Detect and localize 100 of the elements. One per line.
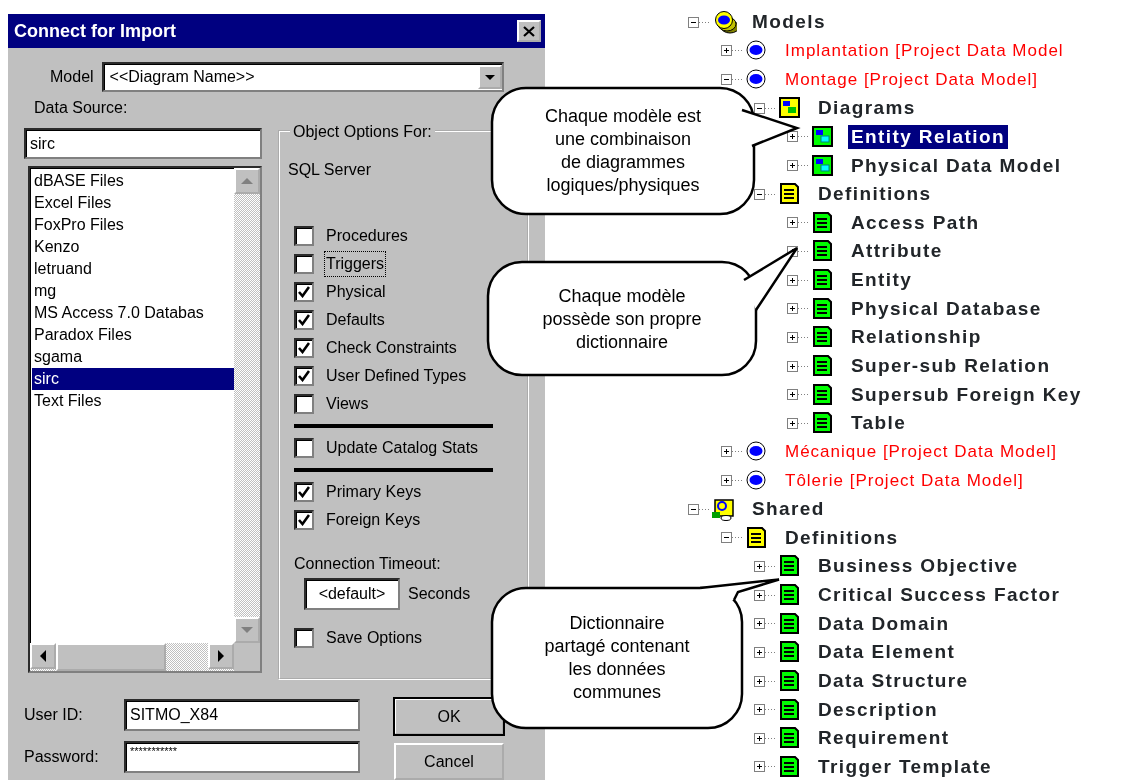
list-item[interactable]: sirc (32, 368, 234, 390)
tree-item[interactable]: Shared (749, 497, 828, 522)
tree-item[interactable]: Attribute (848, 239, 946, 264)
list-item[interactable]: Paradox Files (32, 324, 234, 346)
checkbox-label[interactable]: Foreign Keys (324, 507, 423, 533)
list-item[interactable]: Excel Files (32, 192, 234, 214)
expand-icon[interactable] (787, 329, 810, 345)
checkbox[interactable] (294, 366, 314, 386)
tree-item[interactable]: Data Structure (815, 669, 972, 694)
tree-item[interactable]: Entity (848, 268, 916, 293)
expand-icon[interactable] (787, 387, 810, 403)
check-icon (298, 342, 310, 354)
checkbox-label[interactable]: User Defined Types (324, 363, 469, 389)
expand-icon[interactable] (721, 444, 744, 460)
user-id-field[interactable]: SITMO_X84 (124, 699, 360, 731)
tree-item[interactable]: Supersub Foreign Key (848, 382, 1085, 407)
checkbox[interactable] (294, 438, 314, 458)
tree-item[interactable]: Definitions (815, 182, 935, 207)
tree-item[interactable]: Models (749, 10, 829, 35)
list-item[interactable]: sgama (32, 346, 234, 368)
expand-icon[interactable] (754, 702, 777, 718)
document-icon (813, 355, 832, 376)
checkbox-label[interactable]: Update Catalog Stats (324, 435, 481, 461)
tree-item[interactable]: Implantation [Project Data Model (782, 38, 1067, 63)
dialog-button[interactable]: OK (394, 698, 504, 735)
expand-icon[interactable] (754, 644, 777, 660)
diagram-icon (812, 125, 833, 147)
list-item[interactable]: Text Files (32, 390, 234, 412)
expand-icon[interactable] (787, 215, 810, 231)
tree-item[interactable]: Definitions (782, 525, 902, 550)
checkbox-label[interactable]: Primary Keys (324, 479, 424, 505)
checkbox[interactable] (294, 394, 314, 414)
expand-icon[interactable] (754, 559, 777, 574)
checkbox-label[interactable]: Physical (324, 279, 388, 305)
expand-icon[interactable] (787, 358, 810, 374)
tree-item[interactable]: Relationship (848, 325, 985, 350)
tree-item[interactable]: Tôlerie [Project Data Model] (782, 468, 1027, 493)
list-item[interactable]: Kenzo (32, 236, 234, 258)
tree-item[interactable]: Physical Database (848, 296, 1045, 321)
expand-icon[interactable] (754, 616, 777, 632)
checkbox-label[interactable]: Procedures (324, 223, 410, 249)
check-icon (298, 314, 310, 326)
document-icon (780, 183, 799, 205)
checkbox[interactable] (294, 338, 314, 358)
horizontal-scrollbar[interactable] (30, 643, 234, 671)
tree-item[interactable]: Data Domain (815, 611, 953, 636)
expand-icon[interactable] (754, 759, 777, 775)
expand-icon[interactable] (721, 43, 744, 59)
tree-item[interactable]: Table (848, 411, 910, 436)
expand-icon[interactable] (787, 129, 810, 145)
right-arrow-icon[interactable] (217, 649, 225, 663)
document-icon (780, 584, 799, 606)
tree-item[interactable]: Requirement (815, 726, 953, 751)
list-item[interactable]: dBASE Files (32, 170, 234, 192)
expand-icon[interactable] (754, 673, 777, 689)
checkbox-label[interactable]: Check Constraints (324, 335, 459, 361)
tree-item[interactable]: Data Element (815, 640, 959, 665)
expand-icon[interactable] (787, 158, 810, 173)
left-arrow-icon[interactable] (39, 649, 47, 663)
checkbox[interactable] (294, 226, 314, 246)
expand-icon[interactable] (754, 730, 777, 746)
tree-item[interactable]: Critical Success Factor (815, 583, 1064, 608)
tree-item[interactable]: Description (815, 697, 941, 722)
expand-icon[interactable] (787, 415, 810, 431)
model-dropdown[interactable]: <<Diagram Name>> (101, 62, 504, 92)
checkbox[interactable] (294, 310, 314, 330)
checkbox-label[interactable]: Views (324, 391, 371, 417)
tree-item[interactable]: Montage [Project Data Model] (782, 67, 1041, 92)
tree-item[interactable]: Trigger Template (815, 754, 996, 779)
checkbox[interactable] (294, 254, 314, 274)
password-field[interactable]: *********** (124, 741, 360, 773)
close-button[interactable] (517, 20, 541, 42)
data-source-list[interactable]: dBASE Files Excel Files FoxPro Files Kenzo letruand mg MS Access 7.0 Databas Paradox Files sgama sirc Text Files (28, 166, 262, 673)
checkbox-label[interactable]: Defaults (324, 307, 387, 333)
data-source-field[interactable]: sirc (24, 128, 262, 159)
list-item[interactable]: FoxPro Files (32, 214, 234, 236)
tree-item[interactable]: Access Path (848, 210, 983, 235)
tree-item[interactable]: Super-sub Relation (848, 354, 1054, 378)
checkbox[interactable] (294, 628, 314, 648)
expand-icon[interactable] (721, 473, 744, 489)
list-item[interactable]: letruand (32, 258, 234, 280)
tree-item[interactable]: Diagrams (815, 96, 919, 121)
expand-icon[interactable] (754, 587, 777, 603)
checkbox[interactable] (294, 282, 314, 302)
collapse-icon[interactable] (754, 100, 777, 116)
checkbox-label[interactable]: Save Options (324, 625, 425, 651)
tree-item[interactable]: Physical Data Model (848, 153, 1065, 178)
tree-item[interactable]: Entity Relation (848, 124, 1008, 149)
checkbox[interactable] (294, 482, 314, 502)
dialog-button[interactable]: Cancel (394, 743, 504, 780)
expand-icon[interactable] (787, 301, 810, 317)
checkbox-label[interactable]: Triggers (324, 251, 387, 277)
timeout-field[interactable]: <default> (304, 578, 400, 610)
tree-item[interactable]: Mécanique [Project Data Model] (782, 439, 1060, 464)
expand-icon[interactable] (787, 272, 810, 288)
checkbox[interactable] (294, 510, 314, 530)
tree-item[interactable]: Business Objective (815, 554, 1022, 579)
collapse-icon[interactable] (721, 72, 744, 88)
list-item[interactable]: mg (32, 280, 234, 302)
list-item[interactable]: MS Access 7.0 Databas (32, 302, 234, 324)
